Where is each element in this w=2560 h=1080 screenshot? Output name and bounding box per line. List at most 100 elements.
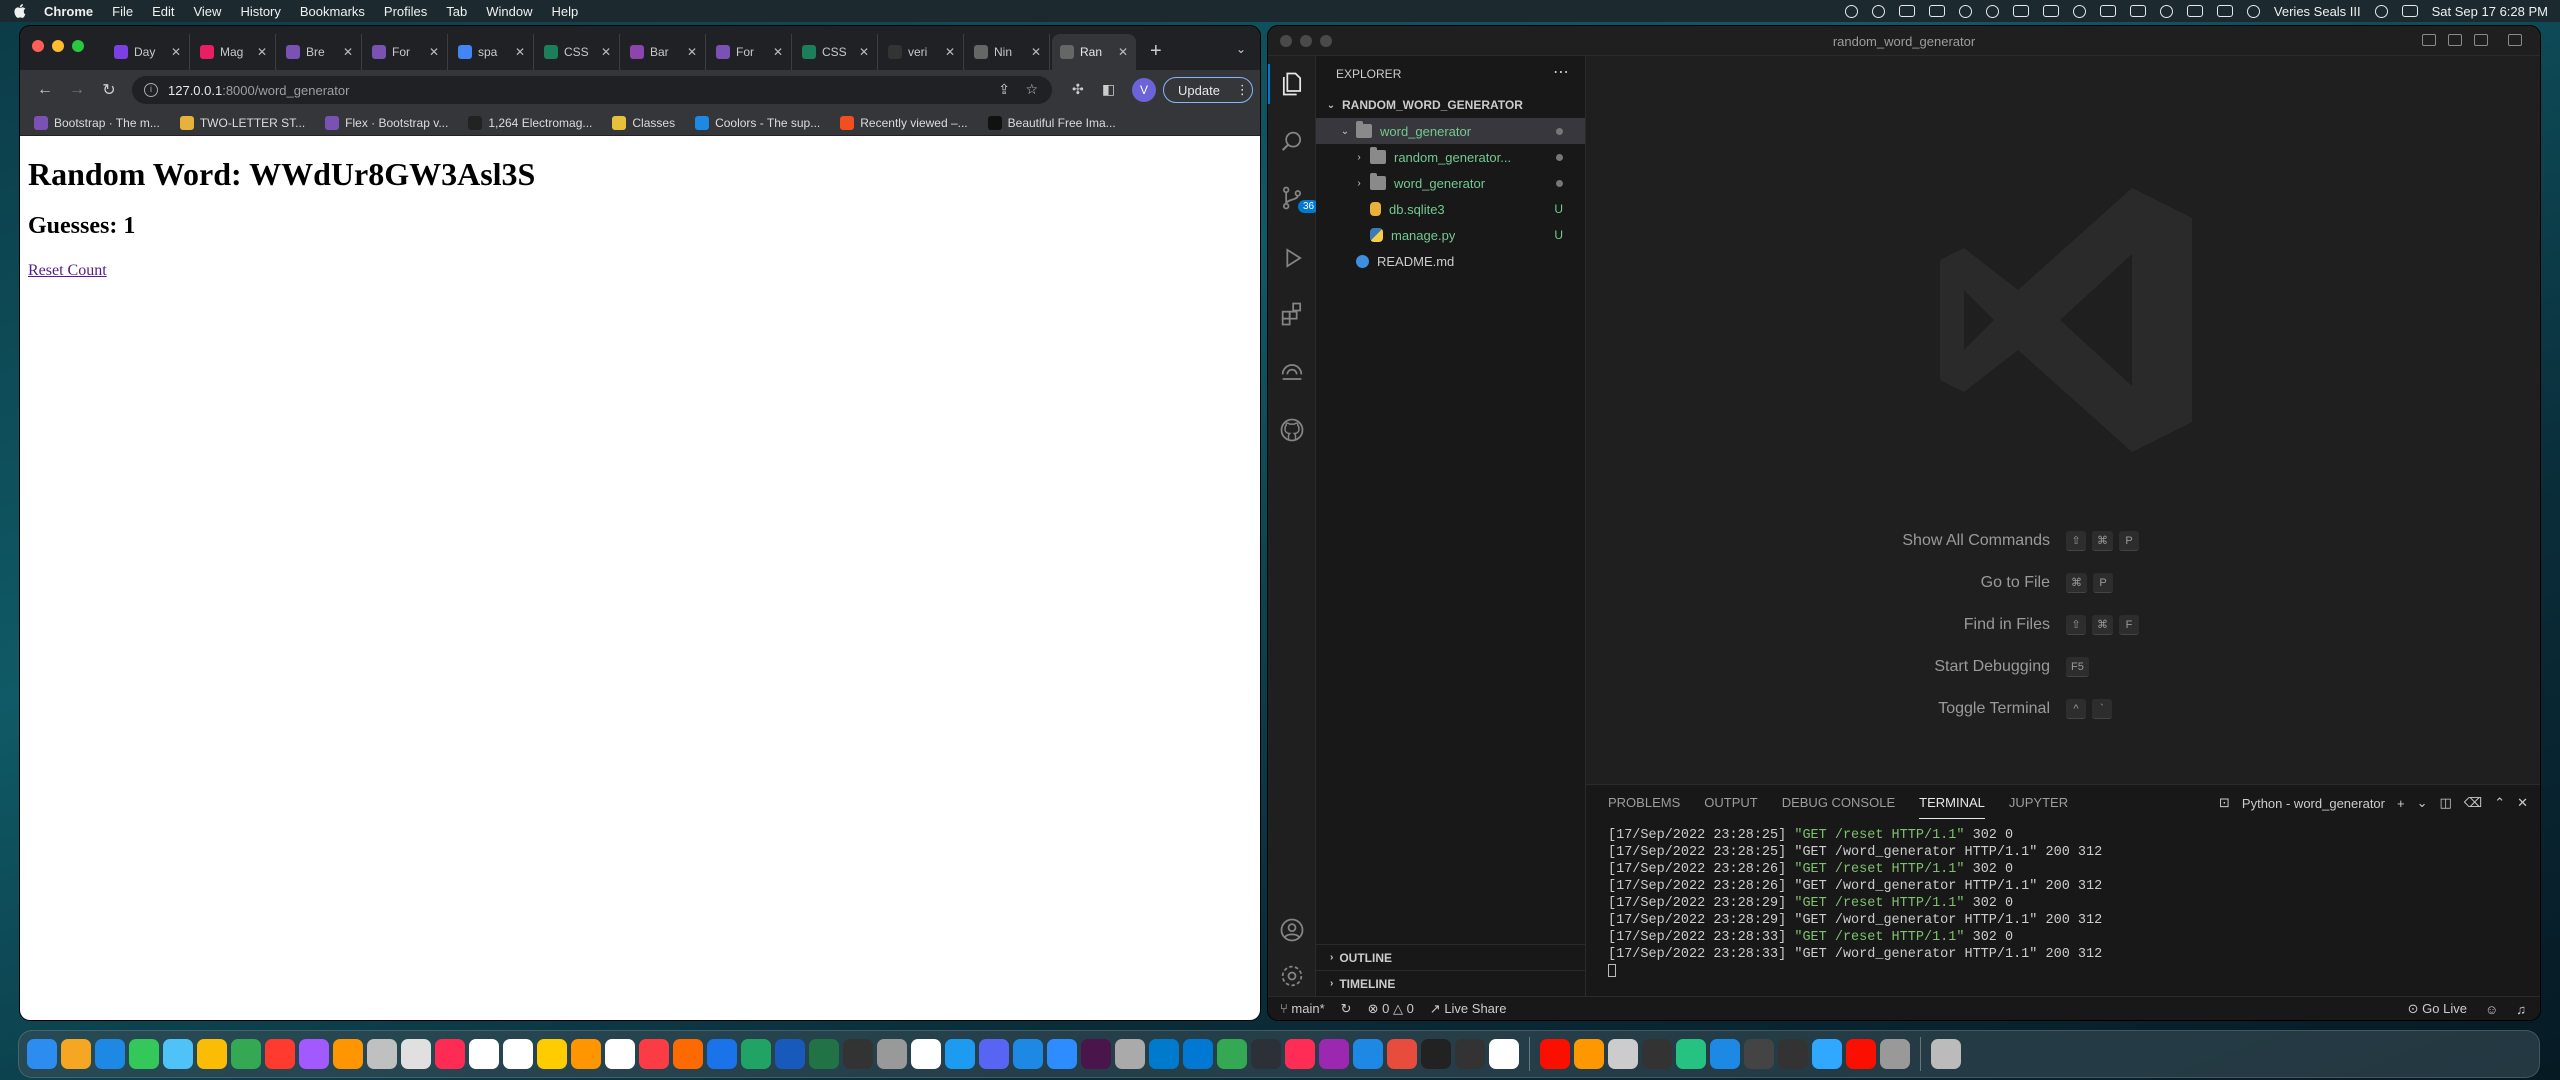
browser-tab[interactable]: For ✕	[708, 34, 792, 70]
menu-history[interactable]: History	[240, 4, 280, 19]
dock-app-icon[interactable]	[27, 1039, 57, 1069]
dock-app-icon[interactable]	[843, 1039, 873, 1069]
dock-app-icon[interactable]	[95, 1039, 125, 1069]
new-tab-button[interactable]: +	[1150, 40, 1162, 63]
toggle-panel-icon[interactable]	[2448, 34, 2462, 46]
dock-app-icon[interactable]	[673, 1039, 703, 1069]
timer-icon[interactable]	[1985, 4, 1999, 18]
menu-tab[interactable]: Tab	[446, 4, 467, 19]
dock-app-icon[interactable]	[571, 1039, 601, 1069]
close-window-button[interactable]	[32, 40, 44, 52]
browser-tab[interactable]: veri ✕	[880, 34, 964, 70]
dock-app-icon[interactable]	[1778, 1039, 1808, 1069]
dock-app-icon[interactable]	[265, 1039, 295, 1069]
dock-app-icon[interactable]	[1574, 1039, 1604, 1069]
minimize-window-button[interactable]	[52, 40, 64, 52]
run-debug-icon[interactable]	[1278, 244, 1306, 272]
bookmark-item[interactable]: 1,264 Electromag...	[468, 115, 592, 130]
dock-app-icon[interactable]	[503, 1039, 533, 1069]
tree-item[interactable]: ⌄ word_generator	[1316, 118, 1585, 144]
forward-arrow-icon[interactable]: →	[64, 81, 90, 99]
dock-app-icon[interactable]	[333, 1039, 363, 1069]
close-tab-icon[interactable]: ✕	[171, 45, 181, 59]
dock-app-icon[interactable]	[1387, 1039, 1417, 1069]
display-icon[interactable]	[2099, 5, 2116, 17]
copy-icon[interactable]	[2129, 5, 2146, 17]
split-terminal-icon[interactable]: ◫	[2440, 795, 2452, 811]
bookmark-item[interactable]: Beautiful Free Ima...	[987, 115, 1116, 130]
address-bar[interactable]: i 127.0.0.1:8000/word_generator ⇪ ☆	[132, 76, 1052, 104]
dock-app-icon[interactable]	[1285, 1039, 1315, 1069]
trash-icon[interactable]	[1931, 1039, 1961, 1069]
control-center-icon[interactable]	[2401, 5, 2418, 17]
dock-app-icon[interactable]	[1251, 1039, 1281, 1069]
panel-tab-jupyter[interactable]: JUPYTER	[2009, 785, 2068, 821]
notifications-bell-icon[interactable]: ♫	[2516, 1002, 2526, 1017]
bookmark-item[interactable]: TWO-LETTER ST...	[179, 115, 305, 130]
source-control-icon[interactable]: 36	[1278, 184, 1320, 213]
dock-app-icon[interactable]	[877, 1039, 907, 1069]
menu-edit[interactable]: Edit	[152, 4, 174, 19]
dock-app-icon[interactable]	[231, 1039, 261, 1069]
new-terminal-icon[interactable]: +	[2397, 796, 2405, 811]
zoom-window-button[interactable]	[72, 40, 84, 52]
explorer-files-icon[interactable]	[1268, 64, 1306, 104]
menu-help[interactable]: Help	[552, 4, 579, 19]
dock-app-icon[interactable]	[1812, 1039, 1842, 1069]
dock-app-icon[interactable]	[911, 1039, 941, 1069]
dock-app-icon[interactable]	[197, 1039, 227, 1069]
browser-tab[interactable]: Day ✕	[106, 34, 190, 70]
panel-tab-debug-console[interactable]: DEBUG CONSOLE	[1782, 785, 1895, 821]
more-menu-icon[interactable]: ⋮	[1236, 82, 1249, 98]
close-tab-icon[interactable]: ✕	[429, 45, 439, 59]
browser-tab[interactable]: Nin ✕	[966, 34, 1050, 70]
dock-app-icon[interactable]	[1489, 1039, 1519, 1069]
dock-app-icon[interactable]	[979, 1039, 1009, 1069]
customize-layout-icon[interactable]	[2508, 34, 2522, 46]
siri-icon[interactable]	[1958, 4, 1972, 18]
dock-app-icon[interactable]	[129, 1039, 159, 1069]
root-folder-row[interactable]: ⌄ RANDOM_WORD_GENERATOR	[1316, 92, 1585, 118]
menu-view[interactable]: View	[193, 4, 221, 19]
camera-icon[interactable]	[1928, 5, 1945, 17]
close-tab-icon[interactable]: ✕	[859, 45, 869, 59]
close-tab-icon[interactable]: ✕	[1031, 45, 1041, 59]
shortcut-row[interactable]: Go to File ⌘ P	[1586, 573, 2540, 616]
dock-app-icon[interactable]	[1183, 1039, 1213, 1069]
menu-window[interactable]: Window	[486, 4, 532, 19]
dock-app-icon[interactable]	[469, 1039, 499, 1069]
dock-app-icon[interactable]	[1710, 1039, 1740, 1069]
screen-icon[interactable]	[1898, 5, 1915, 17]
dock-app-icon[interactable]	[1880, 1039, 1910, 1069]
close-tab-icon[interactable]: ✕	[687, 45, 697, 59]
shortcut-row[interactable]: Show All Commands ⇧ ⌘ P	[1586, 531, 2540, 574]
dock-app-icon[interactable]	[1013, 1039, 1043, 1069]
panel-tab-output[interactable]: OUTPUT	[1704, 785, 1757, 821]
dock-app-icon[interactable]	[1319, 1039, 1349, 1069]
chevron-down-icon[interactable]: ⌄	[2417, 795, 2428, 811]
live-share-status[interactable]: ↗ Live Share	[1430, 1001, 1507, 1017]
close-tab-icon[interactable]: ✕	[945, 45, 955, 59]
dock-app-icon[interactable]	[1846, 1039, 1876, 1069]
dock-app-icon[interactable]	[1047, 1039, 1077, 1069]
browser-tab[interactable]: CSS ✕	[794, 34, 878, 70]
browser-tab[interactable]: Bre ✕	[278, 34, 362, 70]
tree-item[interactable]: db.sqlite3 U	[1316, 196, 1585, 222]
dock-app-icon[interactable]	[707, 1039, 737, 1069]
dock-app-icon[interactable]	[945, 1039, 975, 1069]
close-tab-icon[interactable]: ✕	[343, 45, 353, 59]
bookmark-item[interactable]: Classes	[612, 115, 675, 130]
toggle-secondary-sidebar-icon[interactable]	[2474, 34, 2488, 46]
dock-app-icon[interactable]	[1217, 1039, 1247, 1069]
close-panel-icon[interactable]: ✕	[2517, 795, 2528, 811]
terminal-name[interactable]: Python - word_generator	[2242, 796, 2385, 811]
bookmark-star-icon[interactable]: ☆	[1025, 81, 1038, 98]
tree-item[interactable]: manage.py U	[1316, 222, 1585, 248]
close-tab-icon[interactable]: ✕	[515, 45, 525, 59]
shortcut-row[interactable]: Toggle Terminal ^ `	[1586, 699, 2540, 742]
feedback-icon[interactable]: ☺	[2485, 1002, 2498, 1017]
github-icon[interactable]	[1278, 416, 1306, 444]
panel-tab-terminal[interactable]: TERMINAL	[1919, 785, 1985, 821]
dock-app-icon[interactable]	[809, 1039, 839, 1069]
apple-menu-icon[interactable]	[14, 4, 26, 18]
